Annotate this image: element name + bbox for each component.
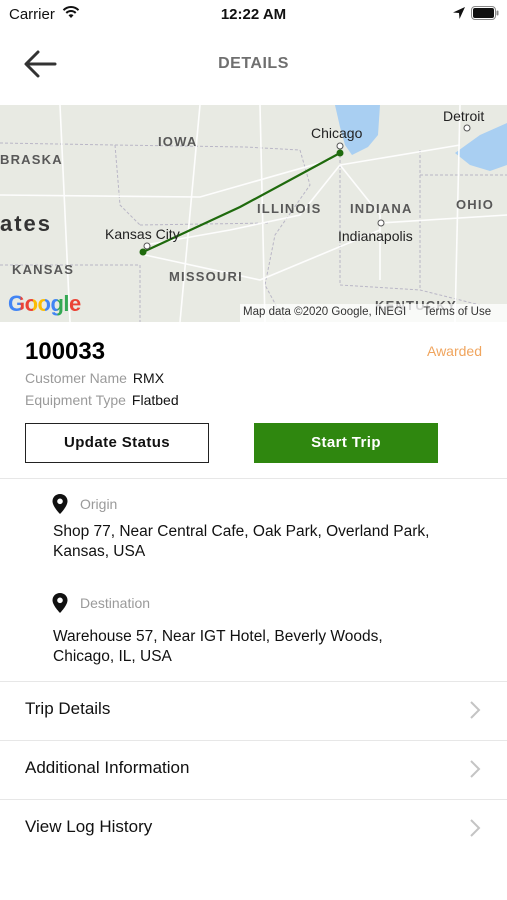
equipment-value: Flatbed: [131, 392, 179, 408]
map-region-label: ILLINOIS: [257, 201, 322, 216]
route-map[interactable]: IOWA BRASKA ates KANSAS MISSOURI ILLINOI…: [0, 105, 507, 322]
navigation-bar: DETAILS: [0, 38, 507, 92]
map-data-credit: Map data ©2020 Google, INEGI: [243, 306, 407, 318]
map-region-label: KANSAS: [12, 262, 75, 277]
additional-information-label: Additional Information: [25, 758, 190, 777]
equipment-row: Equipment Type Flatbed: [25, 392, 179, 408]
origin-address-line: Kansas, USA: [53, 543, 146, 560]
load-id: 100033: [25, 338, 106, 365]
origin-address-line: Shop 77, Near Central Cafe, Oak Park, Ov…: [53, 523, 430, 540]
location-pin-icon: [52, 494, 68, 514]
map-city-label: Indianapolis: [338, 228, 413, 244]
divider: [0, 478, 507, 479]
map-attribution: Map data ©2020 Google, INEGI Terms of Us…: [240, 304, 507, 322]
trip-details-label: Trip Details: [25, 699, 111, 718]
chevron-right-icon: [470, 819, 481, 837]
map-region-label: IOWA: [158, 134, 198, 149]
map-region-label: BRASKA: [0, 152, 63, 167]
destination-address-line: Chicago, IL, USA: [53, 648, 172, 665]
map-background: [0, 105, 507, 322]
clock: 12:22 AM: [220, 6, 287, 23]
chevron-right-icon: [470, 760, 481, 778]
map-city-label: Chicago: [311, 125, 363, 141]
map-terms-link[interactable]: Terms of Use: [423, 306, 491, 318]
status-badge: Awarded: [426, 343, 482, 359]
map-region-label: MISSOURI: [169, 269, 243, 284]
view-log-history-label: View Log History: [25, 817, 153, 836]
start-trip-button[interactable]: Start Trip: [254, 423, 438, 463]
update-status-button[interactable]: Update Status: [25, 423, 209, 463]
destination-label: Destination: [80, 595, 151, 611]
chevron-right-icon: [470, 701, 481, 719]
origin-label: Origin: [80, 496, 118, 512]
page-title: DETAILS: [218, 55, 289, 72]
customer-row: Customer Name RMX: [25, 370, 164, 386]
origin-address: Shop 77, Near Central Cafe, Oak Park, Ov…: [53, 522, 473, 562]
map-region-label: OHIO: [456, 197, 495, 212]
equipment-label: Equipment Type: [25, 392, 126, 408]
view-log-history-row[interactable]: View Log History: [0, 799, 507, 857]
origin-map-marker: [139, 248, 147, 256]
destination-address: Warehouse 57, Near IGT Hotel, Beverly Wo…: [53, 627, 473, 667]
additional-information-row[interactable]: Additional Information: [0, 740, 507, 798]
customer-label: Customer Name: [25, 370, 127, 386]
google-logo: Google: [8, 291, 81, 316]
location-arrow-icon: [453, 7, 465, 19]
destination-address-line: Warehouse 57, Near IGT Hotel, Beverly Wo…: [53, 628, 383, 645]
destination-map-marker: [336, 149, 344, 157]
location-pin-icon: [52, 593, 68, 613]
status-bar: Carrier 12:22 AM: [0, 0, 507, 30]
map-city-label: Kansas City: [105, 226, 180, 242]
map-region-label: INDIANA: [350, 201, 413, 216]
map-city-label: Detroit: [443, 108, 485, 124]
map-region-label: ates: [0, 211, 53, 236]
battery-icon: [471, 6, 499, 20]
trip-details-row[interactable]: Trip Details: [0, 681, 507, 739]
customer-value: RMX: [132, 370, 165, 386]
